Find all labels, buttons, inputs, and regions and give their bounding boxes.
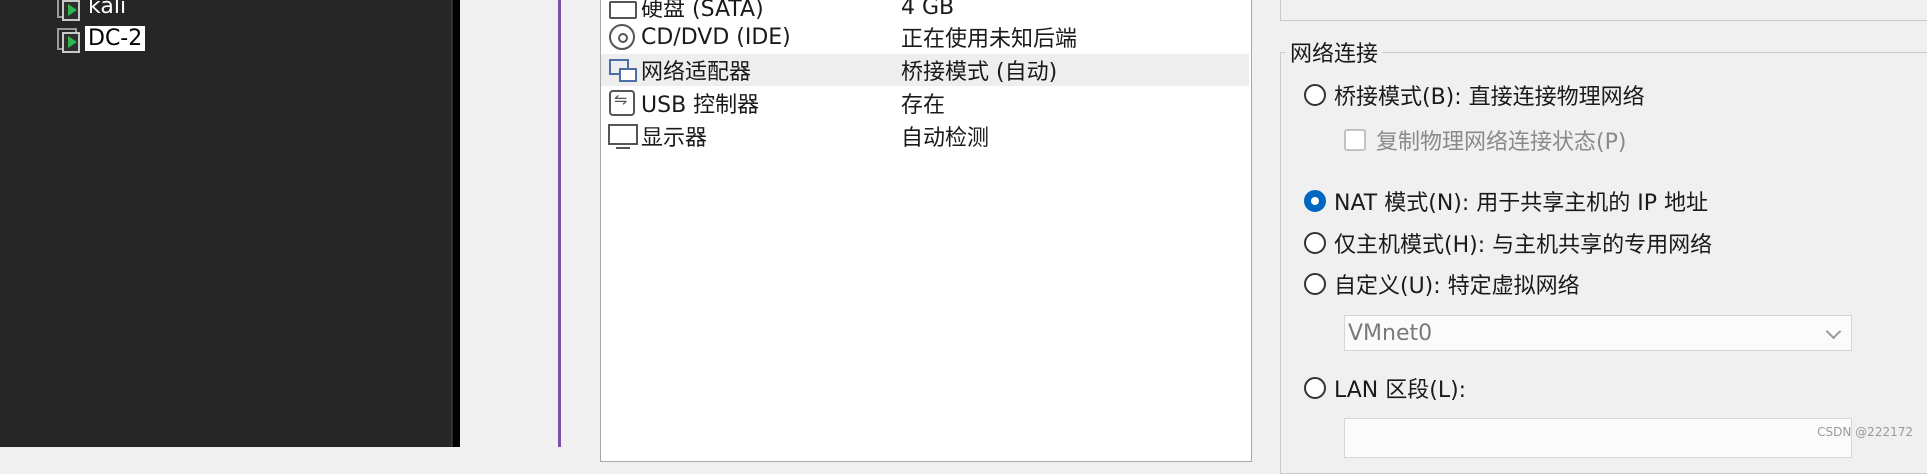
monitor-icon [607, 122, 638, 150]
device-row-cd-dvd[interactable]: CD/DVD (IDE) 正在使用未知后端 [601, 21, 1249, 53]
chevron-down-icon [1825, 323, 1842, 340]
tree-item-label: kali [88, 0, 127, 19]
device-name: 硬盘 (SATA) [641, 0, 764, 22]
lan-segment-label: LAN 区段(L): [1334, 378, 1467, 403]
device-summary: 正在使用未知后端 [901, 27, 1078, 52]
hardware-device-list: 硬盘 (SATA) 4 GB CD/DVD (IDE) 正在使用未知后端 网络适… [600, 0, 1252, 462]
vm-icon [55, 25, 81, 53]
device-status-group [1280, 0, 1927, 21]
watermark: CSDN @222172 [1817, 425, 1913, 439]
splitter[interactable] [453, 0, 460, 447]
device-row-hard-disk[interactable]: 硬盘 (SATA) 4 GB [601, 0, 1249, 23]
lan-segment-option[interactable]: LAN 区段(L): [1304, 373, 1466, 403]
vm-icon [55, 0, 81, 21]
host-only-option[interactable]: 仅主机模式(H): 与主机共享的专用网络 [1304, 228, 1712, 258]
device-name: CD/DVD (IDE) [641, 24, 791, 50]
device-row-monitor[interactable]: 显示器 自动检测 [601, 120, 1249, 152]
host-only-label: 仅主机模式(H): 与主机共享的专用网络 [1334, 233, 1713, 258]
tree-item-label: DC-2 [85, 25, 146, 51]
lan-segment-radio[interactable] [1304, 377, 1326, 399]
replicate-state-option[interactable]: 复制物理网络连接状态(P) [1344, 125, 1626, 155]
nat-radio[interactable] [1304, 190, 1326, 212]
custom-network-value: VMnet0 [1348, 320, 1433, 346]
custom-network-select[interactable]: VMnet0 [1344, 315, 1852, 351]
bridged-radio[interactable] [1304, 84, 1326, 106]
dialog-border [558, 0, 561, 447]
device-name: USB 控制器 [641, 93, 760, 118]
tree-divider [451, 0, 452, 447]
library-tree: kali DC-2 [0, 0, 453, 447]
device-row-network-adapter[interactable]: 网络适配器 桥接模式 (自动) [601, 54, 1249, 86]
custom-label: 自定义(U): 特定虚拟网络 [1334, 274, 1580, 299]
network-connection-group [1280, 52, 1927, 474]
device-summary: 4 GB [901, 0, 955, 20]
lan-segment-select[interactable] [1344, 418, 1852, 458]
device-summary: 桥接模式 (自动) [901, 60, 1058, 85]
bridged-option[interactable]: 桥接模式(B): 直接连接物理网络 [1304, 80, 1645, 110]
device-name: 显示器 [641, 126, 708, 151]
network-adapter-icon [607, 56, 637, 84]
custom-radio[interactable] [1304, 273, 1326, 295]
bridged-label: 桥接模式(B): 直接连接物理网络 [1334, 85, 1645, 110]
device-row-usb-controller[interactable]: USB 控制器 存在 [601, 87, 1249, 119]
device-name: 网络适配器 [641, 60, 752, 85]
host-only-radio[interactable] [1304, 232, 1326, 254]
nat-option[interactable]: NAT 模式(N): 用于共享主机的 IP 地址 [1304, 186, 1708, 216]
tree-item-dc-2[interactable]: DC-2 [55, 23, 146, 53]
hard-disk-icon [607, 0, 637, 21]
network-connection-title: 网络连接 [1286, 36, 1383, 68]
usb-controller-icon [607, 89, 637, 117]
device-summary: 存在 [901, 93, 946, 118]
replicate-state-checkbox[interactable] [1344, 129, 1366, 151]
custom-option[interactable]: 自定义(U): 特定虚拟网络 [1304, 269, 1580, 299]
nat-label: NAT 模式(N): 用于共享主机的 IP 地址 [1334, 191, 1709, 216]
device-summary: 自动检测 [901, 126, 990, 151]
replicate-state-label: 复制物理网络连接状态(P) [1376, 130, 1627, 155]
tree-item-kali[interactable]: kali [55, 0, 129, 21]
cd-dvd-icon [607, 23, 637, 51]
